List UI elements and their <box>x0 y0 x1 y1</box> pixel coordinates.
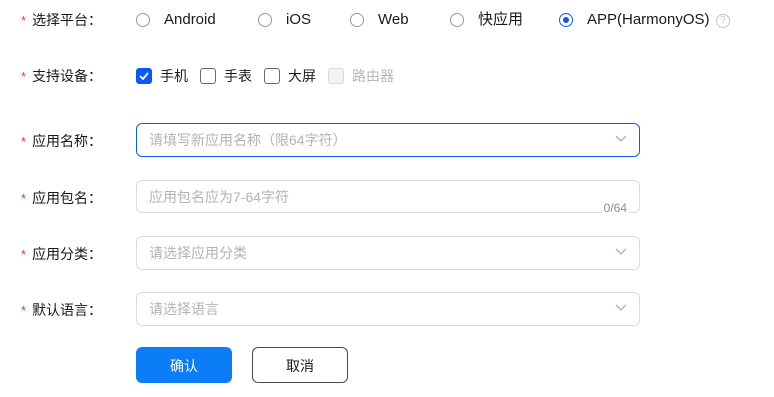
checkbox-box-checked[interactable] <box>136 68 152 84</box>
package-name-label: * 应用包名： <box>21 190 103 206</box>
checkbox-box[interactable] <box>264 68 280 84</box>
cancel-button[interactable]: 取消 <box>252 347 348 383</box>
radio-circle[interactable] <box>136 13 150 27</box>
confirm-button[interactable]: 确认 <box>136 347 232 383</box>
checkbox-label-phone: 手机 <box>160 68 188 84</box>
radio-android[interactable]: Android <box>136 10 216 30</box>
radio-label-android: Android <box>164 11 216 28</box>
category-label: * 应用分类： <box>21 246 103 262</box>
app-name-input[interactable] <box>149 124 589 156</box>
checkmark-icon <box>139 72 149 80</box>
category-input[interactable] <box>149 237 589 269</box>
checkbox-label-watch: 手表 <box>224 68 252 84</box>
platform-label: * 选择平台： <box>21 12 103 28</box>
required-mark: * <box>21 13 27 28</box>
category-select[interactable] <box>136 236 640 270</box>
checkbox-label-tv: 大屏 <box>288 68 316 84</box>
radio-circle[interactable] <box>350 13 364 27</box>
radio-web[interactable]: Web <box>350 10 409 30</box>
checkbox-box-disabled <box>328 68 344 84</box>
create-app-form: * 选择平台： Android iOS Web 快应用 APP(HarmonyOS… <box>0 0 774 397</box>
radio-quickapp[interactable]: 快应用 <box>450 10 523 30</box>
language-label: * 默认语言： <box>21 302 103 318</box>
help-icon[interactable]: ? <box>716 14 730 28</box>
radio-harmonyos[interactable]: APP(HarmonyOS) <box>559 10 710 30</box>
required-mark: * <box>21 134 27 149</box>
app-name-label: * 应用名称： <box>21 133 103 149</box>
radio-label-harmonyos: APP(HarmonyOS) <box>587 11 710 28</box>
checkbox-phone[interactable]: 手机 <box>136 66 188 86</box>
required-mark: * <box>21 191 27 206</box>
checkbox-router: 路由器 <box>328 66 394 86</box>
char-counter: 0/64 <box>601 201 629 215</box>
radio-label-web: Web <box>378 11 409 28</box>
required-mark: * <box>21 69 27 84</box>
radio-label-ios: iOS <box>286 11 312 28</box>
radio-circle[interactable] <box>450 13 464 27</box>
language-select[interactable] <box>136 292 640 326</box>
app-name-field[interactable] <box>136 123 640 157</box>
checkbox-box[interactable] <box>200 68 216 84</box>
devices-label: * 支持设备： <box>21 68 103 84</box>
package-name-input[interactable] <box>149 181 589 213</box>
checkbox-watch[interactable]: 手表 <box>200 66 252 86</box>
radio-ios[interactable]: iOS <box>258 10 311 30</box>
radio-circle[interactable] <box>258 13 272 27</box>
chevron-down-icon[interactable] <box>615 135 627 143</box>
checkbox-label-router: 路由器 <box>352 68 394 84</box>
required-mark: * <box>21 247 27 262</box>
package-name-field[interactable]: 0/64 <box>136 180 640 215</box>
chevron-down-icon[interactable] <box>615 304 627 312</box>
language-input[interactable] <box>149 293 589 325</box>
required-mark: * <box>21 303 27 318</box>
checkbox-tv[interactable]: 大屏 <box>264 66 316 86</box>
radio-label-quickapp: 快应用 <box>478 11 524 28</box>
chevron-down-icon[interactable] <box>615 248 627 256</box>
radio-circle-selected[interactable] <box>559 13 573 27</box>
